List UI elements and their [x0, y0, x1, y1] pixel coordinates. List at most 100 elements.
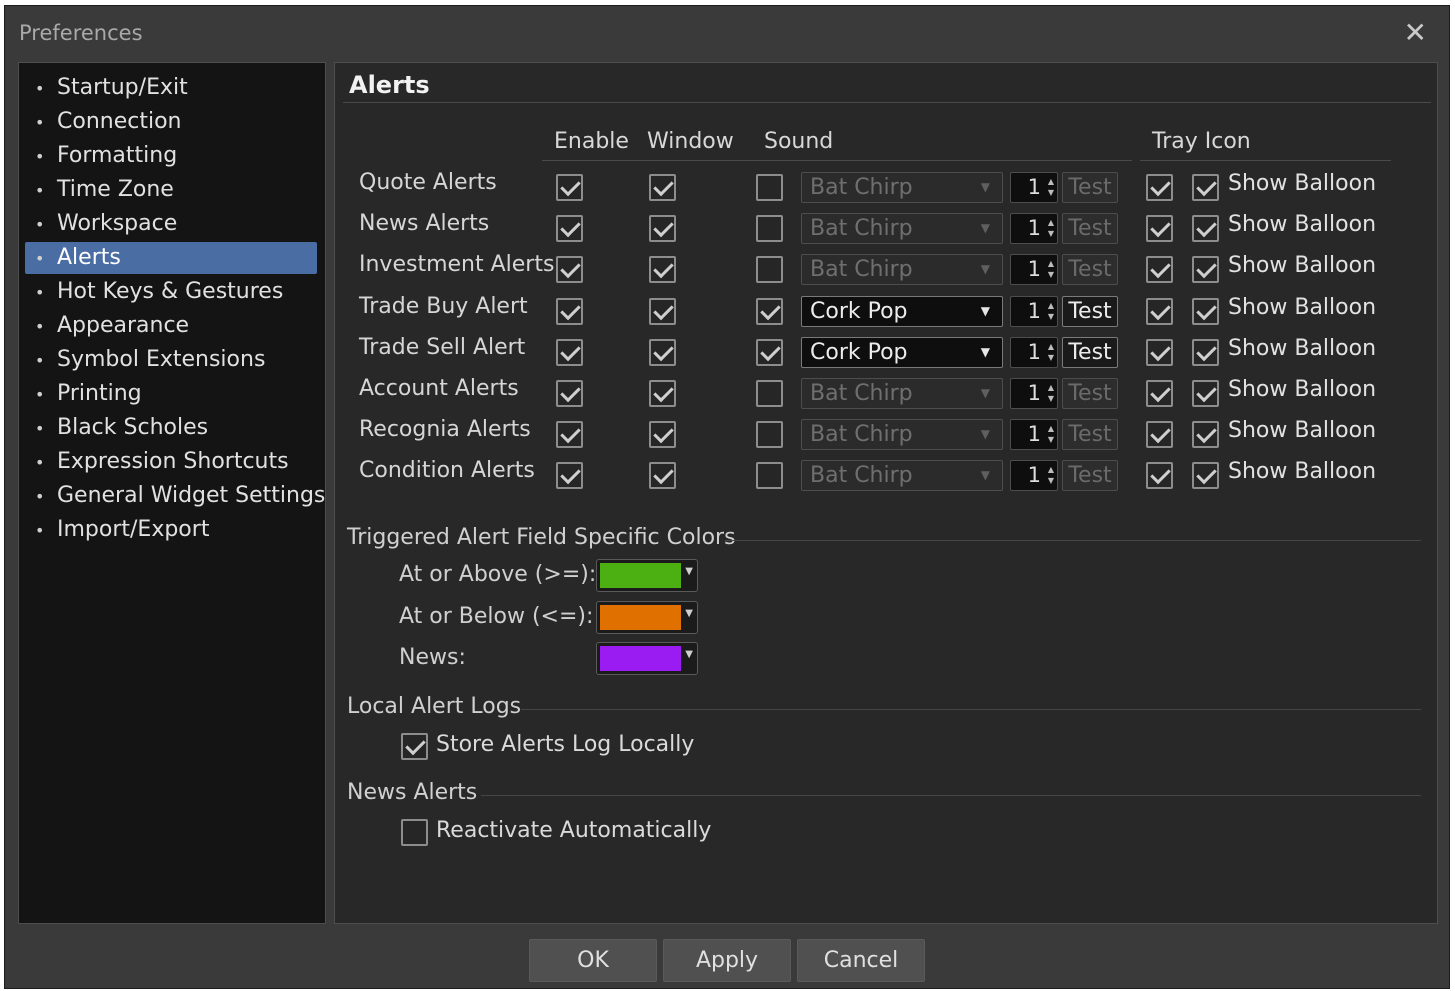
sidebar-item-black-scholes[interactable]: • Black Scholes: [25, 412, 317, 444]
investment-alerts-window-checkbox[interactable]: [649, 256, 676, 284]
trade-buy-alert-repeat-spinner[interactable]: 1 ▲ ▼: [1010, 295, 1058, 327]
condition-alerts-balloon-label[interactable]: Show Balloon: [1228, 459, 1376, 484]
quote-alerts-enable-checkbox[interactable]: [556, 174, 583, 201]
apply-button[interactable]: Apply: [663, 939, 791, 982]
quote-alerts-repeat-spinner[interactable]: 1 ▲ ▼: [1010, 172, 1058, 203]
title-bar[interactable]: Preferences ✕: [5, 6, 1449, 58]
trade-sell-alert-repeat-spinner[interactable]: 1 ▲ ▼: [1010, 336, 1058, 368]
sidebar-item-connection[interactable]: • Connection: [25, 106, 317, 138]
spinner-arrows-icon[interactable]: ▲ ▼: [1048, 464, 1054, 486]
sidebar-item-hot-keys-gestures[interactable]: • Hot Keys & Gestures: [25, 276, 317, 308]
quote-alerts-sound-checkbox[interactable]: [756, 174, 783, 201]
recognia-alerts-enable-checkbox[interactable]: [556, 421, 583, 449]
recognia-alerts-balloon-label[interactable]: Show Balloon: [1228, 418, 1376, 443]
spinner-arrows-icon[interactable]: ▲ ▼: [1048, 341, 1054, 363]
sidebar-item-general-widget-settings[interactable]: • General Widget Settings: [25, 480, 325, 512]
quote-alerts-balloon-checkbox[interactable]: [1192, 174, 1219, 201]
color-picker-at-or-below[interactable]: ▼: [596, 600, 698, 634]
news-alerts-sound-checkbox[interactable]: [756, 215, 783, 243]
quote-alerts-window-checkbox[interactable]: [649, 174, 676, 201]
news-alerts-balloon-label[interactable]: Show Balloon: [1228, 212, 1376, 237]
news-alerts-balloon-checkbox[interactable]: [1192, 215, 1219, 243]
sidebar-item-time-zone[interactable]: • Time Zone: [25, 174, 317, 206]
trade-sell-alert-balloon-checkbox[interactable]: [1192, 338, 1219, 366]
sidebar-item-printing[interactable]: • Printing: [25, 378, 317, 410]
reactivate-automatically-label[interactable]: Reactivate Automatically: [436, 818, 711, 843]
trade-buy-alert-balloon-label[interactable]: Show Balloon: [1228, 295, 1376, 320]
recognia-alerts-window-checkbox[interactable]: [649, 421, 676, 449]
account-alerts-test-button[interactable]: Test: [1062, 378, 1118, 409]
trade-sell-alert-enable-checkbox[interactable]: [556, 338, 583, 366]
sidebar-item-alerts[interactable]: • Alerts: [25, 242, 317, 274]
condition-alerts-sound-checkbox[interactable]: [756, 462, 783, 490]
investment-alerts-balloon-checkbox[interactable]: [1192, 256, 1219, 284]
news-alerts-tray-checkbox[interactable]: [1146, 215, 1173, 243]
condition-alerts-sound-select[interactable]: Bat Chirp ▼: [801, 460, 1003, 492]
spinner-arrows-icon[interactable]: ▲ ▼: [1048, 423, 1054, 445]
condition-alerts-window-checkbox[interactable]: [649, 462, 676, 490]
spinner-arrows-icon[interactable]: ▲ ▼: [1048, 176, 1054, 198]
reactivate-automatically-checkbox[interactable]: [401, 819, 428, 846]
sidebar-item-expression-shortcuts[interactable]: • Expression Shortcuts: [25, 446, 317, 478]
store-alerts-log-label[interactable]: Store Alerts Log Locally: [436, 732, 694, 757]
color-picker-at-or-above[interactable]: ▼: [596, 559, 698, 592]
cancel-button[interactable]: Cancel: [797, 939, 925, 982]
investment-alerts-sound-select[interactable]: Bat Chirp ▼: [801, 254, 1003, 286]
account-alerts-tray-checkbox[interactable]: [1146, 380, 1173, 407]
close-icon[interactable]: ✕: [1404, 16, 1427, 49]
sidebar-item-appearance[interactable]: • Appearance: [25, 310, 317, 342]
news-alerts-sound-select[interactable]: Bat Chirp ▼: [801, 213, 1003, 245]
condition-alerts-tray-checkbox[interactable]: [1146, 462, 1173, 490]
sidebar-item-import-export[interactable]: • Import/Export: [25, 514, 317, 546]
account-alerts-balloon-label[interactable]: Show Balloon: [1228, 377, 1376, 402]
sidebar-item-workspace[interactable]: • Workspace: [25, 208, 317, 240]
trade-sell-alert-sound-checkbox[interactable]: [756, 338, 783, 366]
news-alerts-test-button[interactable]: Test: [1062, 213, 1118, 245]
trade-buy-alert-window-checkbox[interactable]: [649, 297, 676, 325]
trade-buy-alert-enable-checkbox[interactable]: [556, 297, 583, 325]
quote-alerts-sound-select[interactable]: Bat Chirp ▼: [801, 172, 1003, 203]
spinner-arrows-icon[interactable]: ▲ ▼: [1048, 300, 1054, 322]
account-alerts-balloon-checkbox[interactable]: [1192, 380, 1219, 407]
investment-alerts-test-button[interactable]: Test: [1062, 254, 1118, 286]
ok-button[interactable]: OK: [529, 939, 657, 982]
sidebar-item-symbol-extensions[interactable]: • Symbol Extensions: [25, 344, 317, 376]
trade-buy-alert-sound-select[interactable]: Cork Pop ▼: [801, 295, 1003, 327]
trade-buy-alert-sound-checkbox[interactable]: [756, 297, 783, 325]
recognia-alerts-repeat-spinner[interactable]: 1 ▲ ▼: [1010, 419, 1058, 451]
trade-sell-alert-test-button[interactable]: Test: [1062, 336, 1118, 368]
recognia-alerts-test-button[interactable]: Test: [1062, 419, 1118, 451]
condition-alerts-enable-checkbox[interactable]: [556, 462, 583, 490]
account-alerts-repeat-spinner[interactable]: 1 ▲ ▼: [1010, 378, 1058, 409]
recognia-alerts-sound-checkbox[interactable]: [756, 421, 783, 449]
quote-alerts-balloon-label[interactable]: Show Balloon: [1228, 171, 1376, 196]
recognia-alerts-balloon-checkbox[interactable]: [1192, 421, 1219, 449]
condition-alerts-balloon-checkbox[interactable]: [1192, 462, 1219, 490]
sidebar-item-formatting[interactable]: • Formatting: [25, 140, 317, 172]
investment-alerts-enable-checkbox[interactable]: [556, 256, 583, 284]
account-alerts-window-checkbox[interactable]: [649, 380, 676, 407]
condition-alerts-repeat-spinner[interactable]: 1 ▲ ▼: [1010, 460, 1058, 492]
sidebar-item-startup-exit[interactable]: • Startup/Exit: [25, 72, 317, 104]
trade-sell-alert-balloon-label[interactable]: Show Balloon: [1228, 336, 1376, 361]
news-alerts-window-checkbox[interactable]: [649, 215, 676, 243]
investment-alerts-balloon-label[interactable]: Show Balloon: [1228, 253, 1376, 278]
investment-alerts-tray-checkbox[interactable]: [1146, 256, 1173, 284]
quote-alerts-tray-checkbox[interactable]: [1146, 174, 1173, 201]
trade-buy-alert-tray-checkbox[interactable]: [1146, 297, 1173, 325]
color-picker-news[interactable]: ▼: [596, 642, 698, 675]
account-alerts-enable-checkbox[interactable]: [556, 380, 583, 407]
trade-sell-alert-sound-select[interactable]: Cork Pop ▼: [801, 336, 1003, 368]
store-alerts-log-checkbox[interactable]: [401, 733, 428, 760]
condition-alerts-test-button[interactable]: Test: [1062, 460, 1118, 492]
trade-sell-alert-tray-checkbox[interactable]: [1146, 338, 1173, 366]
news-alerts-repeat-spinner[interactable]: 1 ▲ ▼: [1010, 213, 1058, 245]
account-alerts-sound-checkbox[interactable]: [756, 380, 783, 407]
investment-alerts-repeat-spinner[interactable]: 1 ▲ ▼: [1010, 254, 1058, 286]
account-alerts-sound-select[interactable]: Bat Chirp ▼: [801, 378, 1003, 409]
news-alerts-enable-checkbox[interactable]: [556, 215, 583, 243]
recognia-alerts-sound-select[interactable]: Bat Chirp ▼: [801, 419, 1003, 451]
trade-buy-alert-balloon-checkbox[interactable]: [1192, 297, 1219, 325]
spinner-arrows-icon[interactable]: ▲ ▼: [1048, 382, 1054, 404]
recognia-alerts-tray-checkbox[interactable]: [1146, 421, 1173, 449]
